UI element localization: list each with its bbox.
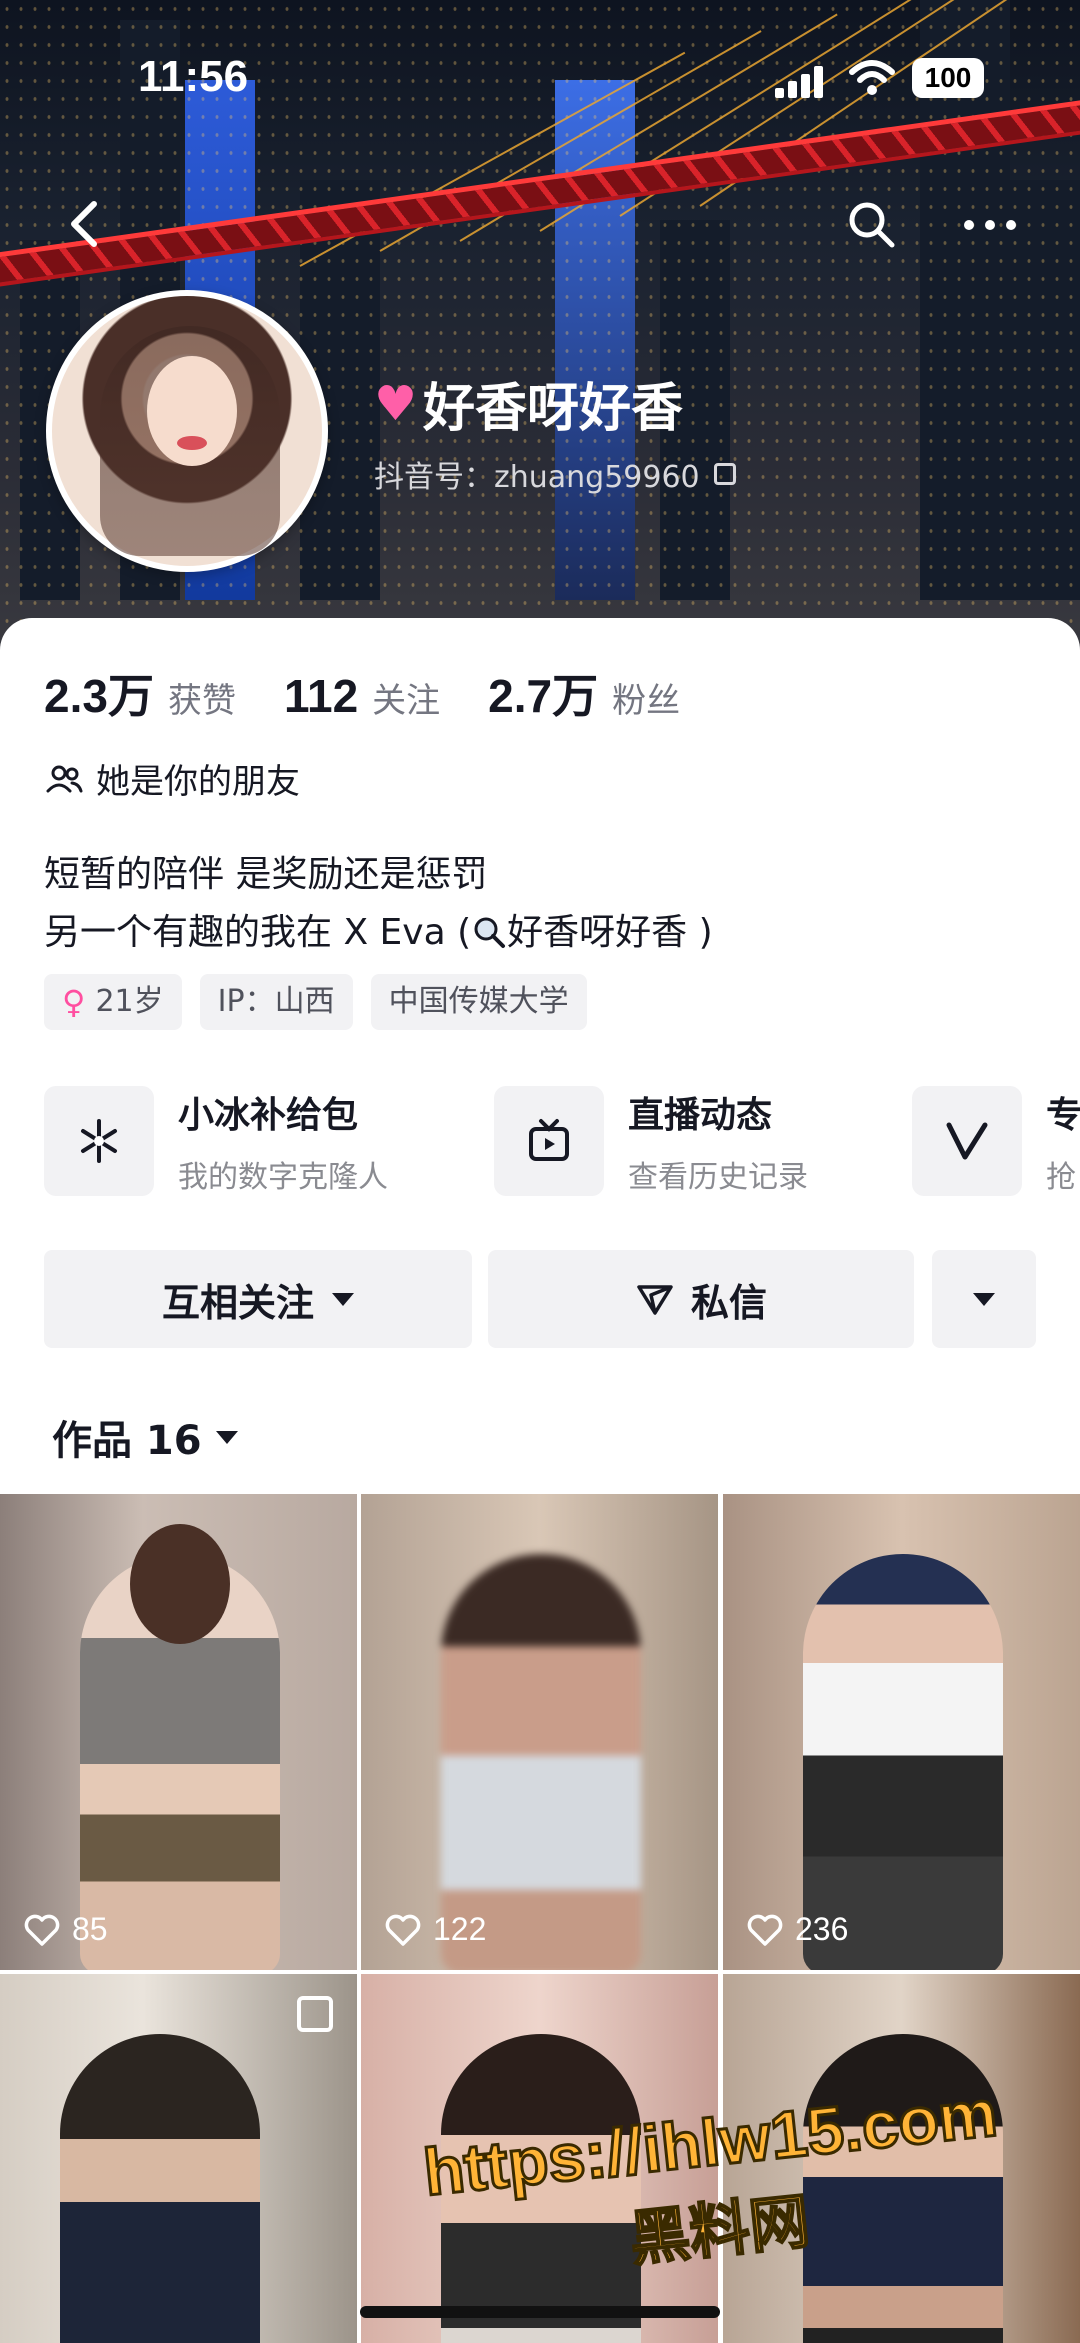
more-actions-button[interactable]: [932, 1250, 1036, 1348]
status-bar: 11:56 100: [0, 52, 1080, 112]
nickname-text: 好香呀好香: [423, 379, 684, 439]
message-button[interactable]: 私信: [488, 1250, 914, 1348]
battery-indicator: 100: [912, 58, 984, 98]
stat-following[interactable]: 112 关注: [284, 669, 440, 723]
v-icon: [912, 1086, 1022, 1196]
profile-bio: 短暂的陪伴 是奖励还是惩罚 另一个有趣的我在 X Eva ( 好香呀好香 ): [44, 846, 713, 962]
caret-down-icon: [332, 1292, 354, 1306]
stat-followers-value: 2.7万: [488, 670, 599, 722]
like-count-value: 85: [72, 1911, 108, 1947]
like-count: 236: [747, 1911, 848, 1948]
tag-school[interactable]: 中国传媒大学: [370, 974, 587, 1030]
caret-down-icon: [973, 1292, 995, 1306]
service-row: 小冰补给包 我的数字克隆人 直播动态 查看历史记录 专 抢: [44, 1086, 1080, 1200]
video-thumbnail[interactable]: 236: [723, 1494, 1080, 1970]
video-thumbnail[interactable]: 122: [361, 1494, 718, 1970]
avatar[interactable]: [46, 290, 328, 572]
heart-outline-icon: [385, 1914, 421, 1946]
tag-ip: IP：山西: [199, 974, 353, 1030]
message-label: 私信: [690, 1280, 767, 1325]
bio-line-2-suffix: ): [687, 912, 713, 953]
send-icon: [637, 1285, 673, 1315]
search-icon[interactable]: [845, 198, 899, 252]
works-tab[interactable]: 作品 16: [52, 1408, 238, 1466]
service-third-subtitle: 抢: [1046, 1160, 1076, 1195]
friend-relation: 她是你的朋友: [44, 754, 300, 803]
friends-icon: [46, 765, 83, 792]
top-nav: [0, 190, 1080, 260]
friend-relation-text: 她是你的朋友: [96, 762, 300, 802]
service-third-title: 专: [1046, 1095, 1080, 1136]
heart-outline-icon: [747, 1914, 783, 1946]
stat-followers[interactable]: 2.7万 粉丝: [488, 660, 680, 726]
service-xiaobing-title: 小冰补给包: [178, 1095, 359, 1136]
service-xiaobing-subtitle: 我的数字克隆人: [178, 1160, 388, 1195]
profile-nickname: ♥ 好香呀好香: [374, 366, 683, 441]
stat-likes[interactable]: 2.3万 获赞: [44, 660, 236, 726]
stat-likes-value: 2.3万: [44, 670, 154, 722]
back-icon[interactable]: [60, 196, 110, 252]
douyin-id[interactable]: 抖音号：zhuang59960: [374, 452, 736, 496]
like-count-value: 122: [433, 1911, 487, 1947]
action-buttons: 互相关注 私信: [44, 1250, 1036, 1348]
like-count: 85: [24, 1911, 108, 1948]
profile-tags: ♀ 21岁 IP：山西 中国传媒大学: [44, 974, 605, 1030]
like-count: 122: [385, 1911, 486, 1948]
tag-age-text: 21岁: [95, 984, 164, 1019]
service-live-subtitle: 查看历史记录: [628, 1160, 808, 1195]
profile-stats: 2.3万 获赞 112 关注 2.7万 粉丝: [44, 660, 728, 726]
home-indicator[interactable]: [360, 2306, 720, 2318]
cellular-signal-icon: [775, 62, 831, 98]
stat-following-value: 112: [283, 670, 359, 722]
wifi-icon: [849, 60, 895, 95]
video-thumbnail[interactable]: [0, 1974, 357, 2343]
tv-icon: [494, 1086, 604, 1196]
service-xiaobing[interactable]: 小冰补给包 我的数字克隆人: [44, 1086, 388, 1196]
bio-line-2: 另一个有趣的我在 X Eva ( 好香呀好香 ): [44, 904, 713, 962]
copy-icon[interactable]: [713, 463, 736, 485]
female-icon: ♀: [62, 983, 86, 1021]
mutual-follow-button[interactable]: 互相关注: [44, 1250, 472, 1348]
sparkle-icon: [44, 1086, 154, 1196]
service-live-title: 直播动态: [628, 1095, 773, 1136]
heart-icon: ♥: [374, 375, 418, 432]
bio-search-link[interactable]: 好香呀好香: [507, 912, 687, 953]
bio-line-1: 短暂的陪伴 是奖励还是惩罚: [44, 854, 488, 895]
mutual-follow-label: 互相关注: [161, 1280, 314, 1325]
stat-followers-label: 粉丝: [612, 681, 681, 721]
service-live[interactable]: 直播动态 查看历史记录: [494, 1086, 808, 1196]
pinned-icon: [297, 1996, 333, 2032]
video-thumbnail[interactable]: 85: [0, 1494, 357, 1970]
stat-likes-label: 获赞: [167, 681, 236, 721]
service-third[interactable]: 专 抢: [912, 1086, 1080, 1196]
like-count-value: 236: [795, 1911, 849, 1947]
caret-down-icon: [215, 1430, 238, 1444]
status-time: 11:56: [138, 52, 249, 101]
douyin-id-text: 抖音号：zhuang59960: [374, 460, 700, 495]
magnifier-icon: [474, 917, 506, 948]
heart-outline-icon: [24, 1914, 60, 1946]
tag-age: ♀ 21岁: [44, 974, 182, 1030]
more-options-icon[interactable]: [955, 198, 1025, 252]
works-tab-label: 作品 16: [52, 1418, 202, 1464]
stat-following-label: 关注: [372, 681, 441, 721]
bio-line-2-prefix: 另一个有趣的我在 X Eva (: [44, 912, 472, 953]
